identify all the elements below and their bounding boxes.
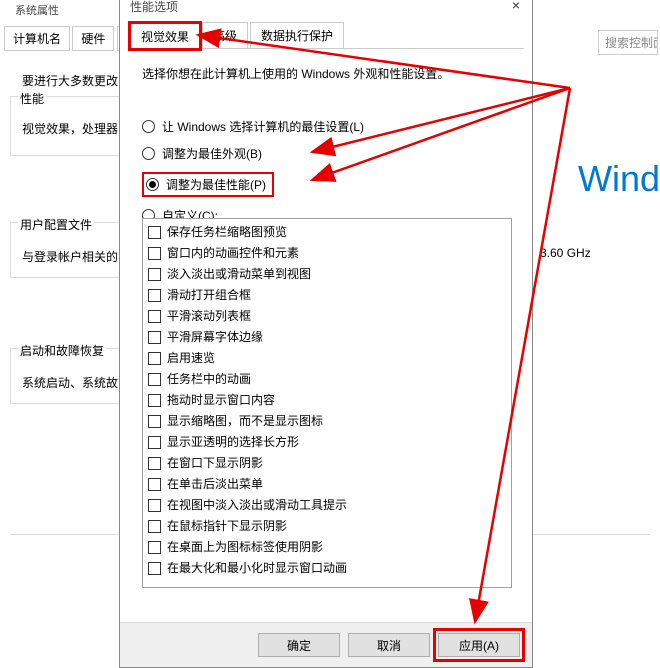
radio-best-appearance[interactable]: 调整为最佳外观(B): [142, 142, 364, 165]
ok-button[interactable]: 确定: [258, 633, 340, 657]
tab-visual-effects[interactable]: 视觉效果: [130, 23, 200, 49]
checkbox-icon: [148, 457, 161, 470]
apply-button[interactable]: 应用(A): [438, 633, 520, 657]
windows-logo-text: Wind: [578, 158, 660, 200]
dialog-title: 性能选项: [130, 0, 178, 15]
bg-title: 系统属性: [15, 2, 59, 18]
check-label: 淡入淡出或滑动菜单到视图: [167, 265, 311, 284]
check-item[interactable]: 在窗口下显示阴影: [148, 453, 506, 474]
bg-group-perf-title: 性能: [18, 90, 46, 107]
radio-group: 让 Windows 选择计算机的最佳设置(L) 调整为最佳外观(B) 调整为最佳…: [142, 115, 364, 231]
dialog-tab-row: 视觉效果 高级 数据执行保护: [130, 22, 524, 49]
checkbox-icon: [148, 268, 161, 281]
checkbox-icon: [148, 331, 161, 344]
checkbox-icon: [148, 436, 161, 449]
checkbox-icon: [148, 247, 161, 260]
check-label: 在视图中淡入淡出或滑动工具提示: [167, 496, 347, 515]
radio-let-windows[interactable]: 让 Windows 选择计算机的最佳设置(L): [142, 115, 364, 138]
checkbox-icon: [148, 352, 161, 365]
radio-label: 让 Windows 选择计算机的最佳设置(L): [162, 118, 364, 135]
check-item[interactable]: 任务栏中的动画: [148, 369, 506, 390]
check-label: 任务栏中的动画: [167, 370, 251, 389]
radio-icon: [142, 120, 155, 133]
bg-group-user-title: 用户配置文件: [18, 216, 94, 233]
check-label: 在桌面上为图标标签使用阴影: [167, 538, 323, 557]
visual-effects-checklist[interactable]: 保存任务栏缩略图预览 窗口内的动画控件和元素 淡入淡出或滑动菜单到视图 滑动打开…: [142, 218, 512, 588]
checkbox-icon: [148, 226, 161, 239]
check-item[interactable]: 显示缩略图，而不是显示图标: [148, 411, 506, 432]
checkbox-icon: [148, 541, 161, 554]
bg-tab-computername[interactable]: 计算机名: [4, 26, 70, 51]
check-item[interactable]: 在桌面上为图标标签使用阴影: [148, 537, 506, 558]
bg-group-perf-text: 视觉效果，处理器: [22, 120, 118, 137]
check-item[interactable]: 保存任务栏缩略图预览: [148, 222, 506, 243]
check-item[interactable]: 滑动打开组合框: [148, 285, 506, 306]
check-label: 保存任务栏缩略图预览: [167, 223, 287, 242]
checkbox-icon: [148, 373, 161, 386]
checkbox-icon: [148, 478, 161, 491]
check-item[interactable]: 在鼠标指针下显示阴影: [148, 516, 506, 537]
check-label: 拖动时显示窗口内容: [167, 391, 275, 410]
checkbox-icon: [148, 520, 161, 533]
check-label: 显示缩略图，而不是显示图标: [167, 412, 323, 431]
bg-group-startup-title: 启动和故障恢复: [18, 342, 106, 359]
checkbox-icon: [148, 562, 161, 575]
bg-group-user-text: 与登录帐户相关的: [22, 248, 118, 265]
check-label: 在单击后淡出菜单: [167, 475, 263, 494]
tab-advanced[interactable]: 高级: [202, 22, 248, 48]
check-item[interactable]: 启用速览: [148, 348, 506, 369]
check-label: 窗口内的动画控件和元素: [167, 244, 299, 263]
close-icon[interactable]: ×: [506, 0, 526, 15]
bg-tab-hardware[interactable]: 硬件: [72, 26, 114, 51]
checkbox-icon: [148, 289, 161, 302]
checkbox-icon: [148, 310, 161, 323]
bg-text-changes: 要进行大多数更改: [22, 72, 118, 89]
checkbox-icon: [148, 394, 161, 407]
dialog-button-row: 确定 取消 应用(A): [120, 622, 532, 667]
search-box[interactable]: 搜索控制面: [598, 30, 658, 55]
check-item[interactable]: 在最大化和最小化时显示窗口动画: [148, 558, 506, 579]
check-item[interactable]: 窗口内的动画控件和元素: [148, 243, 506, 264]
check-item[interactable]: 平滑屏幕字体边缘: [148, 327, 506, 348]
radio-label: 调整为最佳性能(P): [166, 176, 266, 193]
check-item[interactable]: 在视图中淡入淡出或滑动工具提示: [148, 495, 506, 516]
check-item[interactable]: 显示亚透明的选择长方形: [148, 432, 506, 453]
performance-options-dialog: 性能选项 × 视觉效果 高级 数据执行保护 选择你想在此计算机上使用的 Wind…: [119, 0, 533, 668]
checkbox-icon: [148, 415, 161, 428]
check-label: 平滑屏幕字体边缘: [167, 328, 263, 347]
bg-group-startup-text: 系统启动、系统故: [22, 374, 118, 391]
check-item[interactable]: 平滑滚动列表框: [148, 306, 506, 327]
check-label: 在最大化和最小化时显示窗口动画: [167, 559, 347, 578]
check-label: 显示亚透明的选择长方形: [167, 433, 299, 452]
tab-dep[interactable]: 数据执行保护: [250, 22, 344, 48]
check-label: 滑动打开组合框: [167, 286, 251, 305]
bg-ghz: 3.60 GHz: [540, 246, 591, 260]
check-item[interactable]: 淡入淡出或滑动菜单到视图: [148, 264, 506, 285]
radio-icon: [142, 147, 155, 160]
check-label: 平滑滚动列表框: [167, 307, 251, 326]
radio-best-performance[interactable]: 调整为最佳性能(P): [142, 169, 364, 200]
radio-icon: [146, 178, 159, 191]
check-label: 在鼠标指针下显示阴影: [167, 517, 287, 536]
check-label: 在窗口下显示阴影: [167, 454, 263, 473]
dialog-description: 选择你想在此计算机上使用的 Windows 外观和性能设置。: [142, 65, 449, 82]
check-item[interactable]: 拖动时显示窗口内容: [148, 390, 506, 411]
check-item[interactable]: 在单击后淡出菜单: [148, 474, 506, 495]
check-label: 启用速览: [167, 349, 215, 368]
cancel-button[interactable]: 取消: [348, 633, 430, 657]
checkbox-icon: [148, 499, 161, 512]
radio-label: 调整为最佳外观(B): [162, 145, 262, 162]
